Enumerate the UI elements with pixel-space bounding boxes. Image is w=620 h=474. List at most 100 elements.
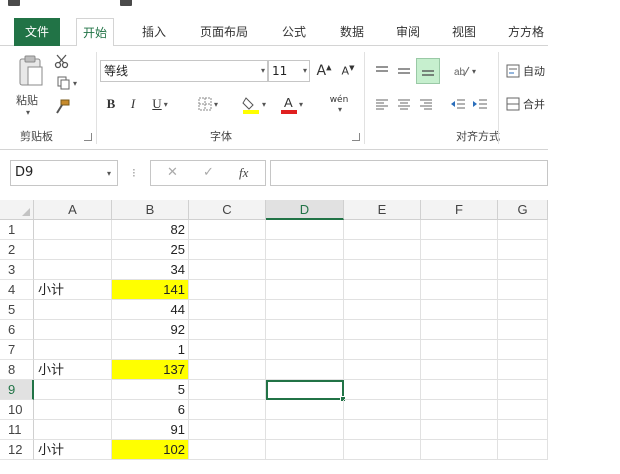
row-header[interactable]: 9 bbox=[0, 380, 34, 400]
cell-value[interactable]: 102 bbox=[112, 440, 189, 460]
table-cell[interactable] bbox=[344, 440, 421, 460]
align-middle-button[interactable] bbox=[394, 60, 414, 82]
decrease-indent-button[interactable] bbox=[448, 94, 468, 114]
table-cell[interactable] bbox=[189, 380, 266, 400]
table-cell[interactable] bbox=[266, 300, 344, 320]
table-cell[interactable] bbox=[266, 260, 344, 280]
table-cell[interactable] bbox=[189, 400, 266, 420]
table-cell[interactable] bbox=[421, 380, 498, 400]
table-cell[interactable] bbox=[498, 300, 548, 320]
table-cell[interactable] bbox=[266, 220, 344, 240]
tab-review[interactable]: 审阅 bbox=[390, 18, 426, 46]
cut-button[interactable] bbox=[52, 52, 72, 70]
cell-value[interactable]: 92 bbox=[112, 320, 189, 340]
more-options-icon[interactable]: ⁝ bbox=[132, 166, 136, 180]
table-cell[interactable] bbox=[421, 220, 498, 240]
row-header[interactable]: 3 bbox=[0, 260, 34, 280]
font-color-button[interactable]: A ▾ bbox=[276, 92, 308, 116]
table-cell[interactable] bbox=[498, 260, 548, 280]
column-header-d[interactable]: D bbox=[266, 200, 344, 220]
table-cell[interactable] bbox=[498, 400, 548, 420]
cell-value[interactable]: 34 bbox=[112, 260, 189, 280]
tab-addin[interactable]: 方方格 bbox=[502, 18, 550, 46]
bold-button[interactable]: B bbox=[102, 94, 120, 114]
italic-button[interactable]: I bbox=[124, 94, 142, 114]
undo-icon[interactable] bbox=[120, 0, 132, 6]
align-top-button[interactable] bbox=[372, 60, 392, 82]
row-header[interactable]: 8 bbox=[0, 360, 34, 380]
tab-data[interactable]: 数据 bbox=[334, 18, 370, 46]
table-cell[interactable] bbox=[189, 220, 266, 240]
tab-home[interactable]: 开始 bbox=[76, 18, 115, 47]
table-cell[interactable] bbox=[498, 380, 548, 400]
wrap-text-button[interactable]: 自动 bbox=[506, 60, 548, 82]
align-center-button[interactable] bbox=[394, 94, 414, 114]
table-cell[interactable] bbox=[498, 340, 548, 360]
table-cell[interactable] bbox=[421, 360, 498, 380]
row-header[interactable]: 12 bbox=[0, 440, 34, 460]
table-cell[interactable] bbox=[421, 240, 498, 260]
paste-label[interactable]: 粘贴 bbox=[16, 92, 38, 108]
merge-center-button[interactable]: 合并 bbox=[506, 94, 548, 114]
column-header-b[interactable]: B bbox=[112, 200, 189, 220]
borders-button[interactable]: ▾ bbox=[192, 94, 224, 114]
row-header[interactable]: 4 bbox=[0, 280, 34, 300]
tab-file[interactable]: 文件 bbox=[14, 18, 60, 46]
row-header[interactable]: 1 bbox=[0, 220, 34, 240]
formula-input[interactable] bbox=[270, 160, 548, 186]
clipboard-dialog-launcher[interactable] bbox=[84, 133, 92, 141]
table-cell[interactable] bbox=[344, 340, 421, 360]
cancel-icon[interactable]: ✕ bbox=[167, 165, 178, 180]
cell-value[interactable]: 6 bbox=[112, 400, 189, 420]
table-cell[interactable] bbox=[344, 260, 421, 280]
table-cell[interactable] bbox=[344, 220, 421, 240]
paste-dropdown-icon[interactable]: ▾ bbox=[26, 108, 30, 117]
table-cell[interactable] bbox=[266, 360, 344, 380]
row-header[interactable]: 2 bbox=[0, 240, 34, 260]
align-left-button[interactable] bbox=[372, 94, 392, 114]
table-cell[interactable] bbox=[498, 320, 548, 340]
table-cell[interactable] bbox=[344, 380, 421, 400]
table-cell[interactable] bbox=[266, 400, 344, 420]
table-cell[interactable] bbox=[189, 360, 266, 380]
cell-label[interactable] bbox=[34, 240, 112, 260]
table-cell[interactable] bbox=[498, 420, 548, 440]
table-cell[interactable] bbox=[189, 440, 266, 460]
cell-label[interactable] bbox=[34, 420, 112, 440]
active-cell[interactable] bbox=[266, 380, 344, 400]
table-cell[interactable] bbox=[421, 300, 498, 320]
cell-value[interactable]: 137 bbox=[112, 360, 189, 380]
table-cell[interactable] bbox=[344, 240, 421, 260]
table-cell[interactable] bbox=[498, 240, 548, 260]
row-header[interactable]: 10 bbox=[0, 400, 34, 420]
table-cell[interactable] bbox=[344, 300, 421, 320]
table-cell[interactable] bbox=[498, 220, 548, 240]
table-cell[interactable] bbox=[344, 400, 421, 420]
increase-indent-button[interactable] bbox=[470, 94, 490, 114]
phonetic-guide-button[interactable]: wén ▾ bbox=[320, 92, 358, 116]
table-cell[interactable] bbox=[266, 440, 344, 460]
table-cell[interactable] bbox=[421, 400, 498, 420]
table-cell[interactable] bbox=[266, 420, 344, 440]
table-cell[interactable] bbox=[421, 340, 498, 360]
cell-label[interactable] bbox=[34, 260, 112, 280]
cell-value[interactable]: 91 bbox=[112, 420, 189, 440]
increase-font-size-button[interactable]: A▲ bbox=[314, 60, 334, 82]
orientation-button[interactable]: ab ▾ bbox=[448, 60, 482, 82]
tab-page-layout[interactable]: 页面布局 bbox=[194, 18, 254, 46]
table-cell[interactable] bbox=[189, 300, 266, 320]
cell-label[interactable]: 小计 bbox=[34, 280, 112, 300]
table-cell[interactable] bbox=[421, 420, 498, 440]
table-cell[interactable] bbox=[498, 440, 548, 460]
table-cell[interactable] bbox=[344, 320, 421, 340]
table-cell[interactable] bbox=[189, 420, 266, 440]
cell-label[interactable]: 小计 bbox=[34, 440, 112, 460]
fill-color-button[interactable]: ▾ bbox=[238, 92, 270, 116]
column-header-f[interactable]: F bbox=[421, 200, 498, 220]
cell-label[interactable] bbox=[34, 320, 112, 340]
cell-value[interactable]: 44 bbox=[112, 300, 189, 320]
insert-function-icon[interactable]: fx bbox=[239, 165, 248, 181]
row-header[interactable]: 11 bbox=[0, 420, 34, 440]
align-right-button[interactable] bbox=[416, 94, 436, 114]
cell-value[interactable]: 25 bbox=[112, 240, 189, 260]
